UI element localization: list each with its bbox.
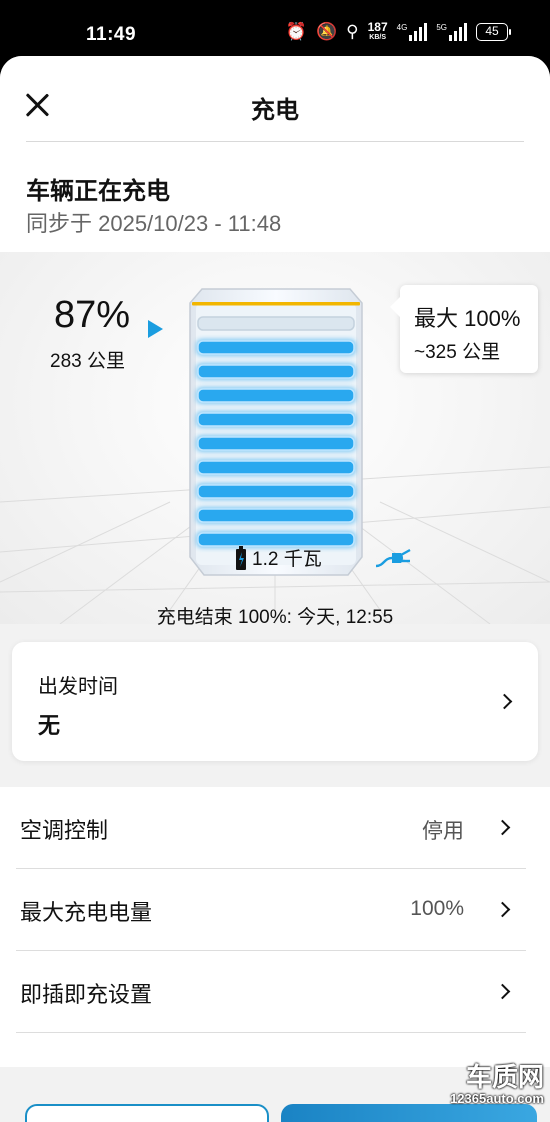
level-pointer-icon [148,320,163,338]
sync-timestamp: 同步于 2025/10/23 - 11:48 [26,211,282,236]
departure-time-value: 无 [38,713,61,738]
signal-4g-label: 4G [396,23,408,32]
status-icons: ⏰ 🔕 ⚲ 187 KB/S 4G 5G 45 [285,20,511,42]
row-label: 空调控制 [20,818,109,843]
current-range: 283 公里 [50,351,125,372]
battery-cell [197,340,355,355]
battery-indicator: 45 [476,23,511,41]
charging-sheet: 充电 车辆正在充电 同步于 2025/10/23 - 11:48 87% 283… [0,56,550,1122]
row-divider [16,1032,526,1033]
primary-action-button[interactable] [281,1104,537,1122]
chevron-right-icon [494,983,511,1000]
battery-cell [197,484,355,499]
net-speed-unit: KB/S [369,34,386,41]
plug-and-charge-row[interactable]: 即插即充设置 [0,951,550,1033]
row-value: 停用 [422,820,464,843]
charge-limit-line [192,302,360,306]
row-label: 即插即充设置 [20,982,153,1007]
row-value: 100% [410,897,464,920]
battery-cell [197,436,355,451]
header: 充电 车辆正在充电 同步于 2025/10/23 - 11:48 [0,56,550,252]
alarm-icon: ⏰ [285,22,307,42]
max-charge-level-row[interactable]: 最大充电电量 100% [0,869,550,951]
departure-time-card[interactable]: 出发时间 无 [12,642,538,761]
watermark-logo: 车质网 12365auto.com [450,1064,544,1106]
net-speed-value: 187 [367,20,388,34]
battery-cell [197,412,355,427]
charge-end-estimate: 充电结束 100%: 今天, 12:55 [156,607,394,628]
signal-5g-label: 5G [436,23,447,32]
location-icon: ⚲ [346,22,359,42]
battery-cell [197,508,355,523]
net-speed: 187 KB/S [367,20,388,42]
header-divider [26,141,524,142]
battery-graphic [189,288,363,576]
page-title: 充电 [251,97,299,124]
max-range-label: ~325 公里 [414,342,501,363]
chevron-right-icon [496,693,513,710]
charging-status-title: 车辆正在充电 [26,178,170,205]
charging-visualization: 87% 283 公里 最大 100% ~325 公里 1.2 千瓦 充电结束 1… [0,252,550,628]
departure-time-label: 出发时间 [38,676,118,698]
battery-cell [197,364,355,379]
charging-power: 1.2 千瓦 [236,544,322,571]
charging-power-value: 1.2 千瓦 [252,549,322,570]
watermark-url: 12365auto.com [450,1091,544,1106]
charge-percent: 87% [54,294,131,336]
battery-cell [197,316,355,331]
secondary-action-button[interactable] [25,1104,269,1122]
signal-5g-icon: 5G [436,23,467,41]
chevron-right-icon [494,901,511,918]
watermark-title: 车质网 [465,1063,544,1093]
max-charge-label: 最大 100% [414,306,521,331]
climate-control-row[interactable]: 空调控制 停用 [0,787,550,869]
row-label: 最大充电电量 [20,900,153,925]
chevron-right-icon [494,819,511,836]
battery-cell [197,388,355,403]
signal-4g-icon: 4G [397,23,428,41]
max-charge-card: 最大 100% ~325 公里 [390,285,538,373]
status-bar: 11:49 ⏰ 🔕 ⚲ 187 KB/S 4G 5G 45 [0,0,550,58]
status-time: 11:49 [86,24,137,45]
settings-list: 空调控制 停用 最大充电电量 100% 即插即充设置 [0,787,550,1067]
charger-power-icon [236,545,246,570]
plug-icon [375,548,411,568]
mute-icon: 🔕 [316,22,338,42]
battery-cell [197,460,355,475]
